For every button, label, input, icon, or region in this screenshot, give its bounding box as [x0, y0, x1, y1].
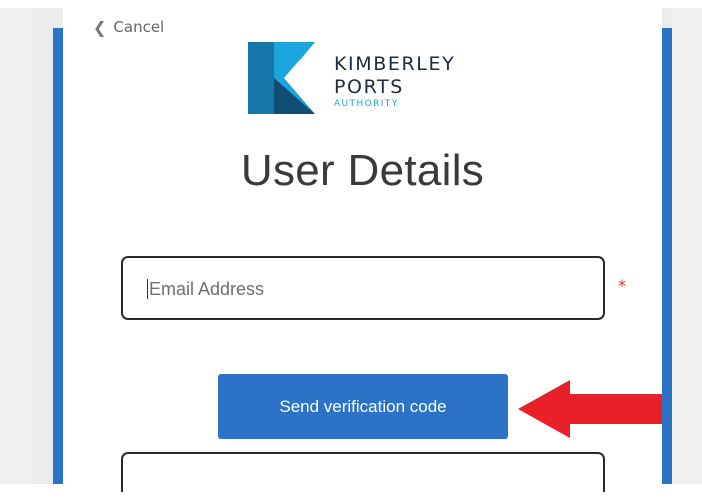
page-title: User Details — [240, 146, 485, 195]
brand-wordmark: KIMBERLEY PORTS AUTHORITY — [334, 52, 455, 110]
cancel-link[interactable]: ❮ Cancel — [93, 16, 164, 38]
kimberley-ports-logo-icon — [248, 42, 315, 114]
email-field-container — [121, 256, 605, 320]
text-cursor — [147, 279, 148, 299]
brand-logo: KIMBERLEY PORTS AUTHORITY — [244, 38, 484, 122]
next-field-partial[interactable] — [121, 452, 605, 492]
send-verification-button[interactable]: Send verification code — [218, 374, 508, 439]
cancel-label: Cancel — [113, 18, 165, 36]
brand-name-line2: PORTS — [334, 76, 404, 98]
email-field[interactable] — [147, 258, 591, 320]
right-background — [672, 8, 702, 484]
red-arrow-icon — [518, 380, 662, 438]
right-accent-bar — [662, 28, 672, 484]
left-background — [0, 8, 32, 484]
chevron-left-icon: ❮ — [93, 17, 107, 37]
left-accent-bar — [53, 28, 63, 484]
top-margin — [0, 0, 702, 8]
brand-name-line1: KIMBERLEY — [334, 53, 456, 75]
brand-name-line3: AUTHORITY — [334, 99, 399, 109]
required-asterisk: * — [618, 276, 626, 295]
